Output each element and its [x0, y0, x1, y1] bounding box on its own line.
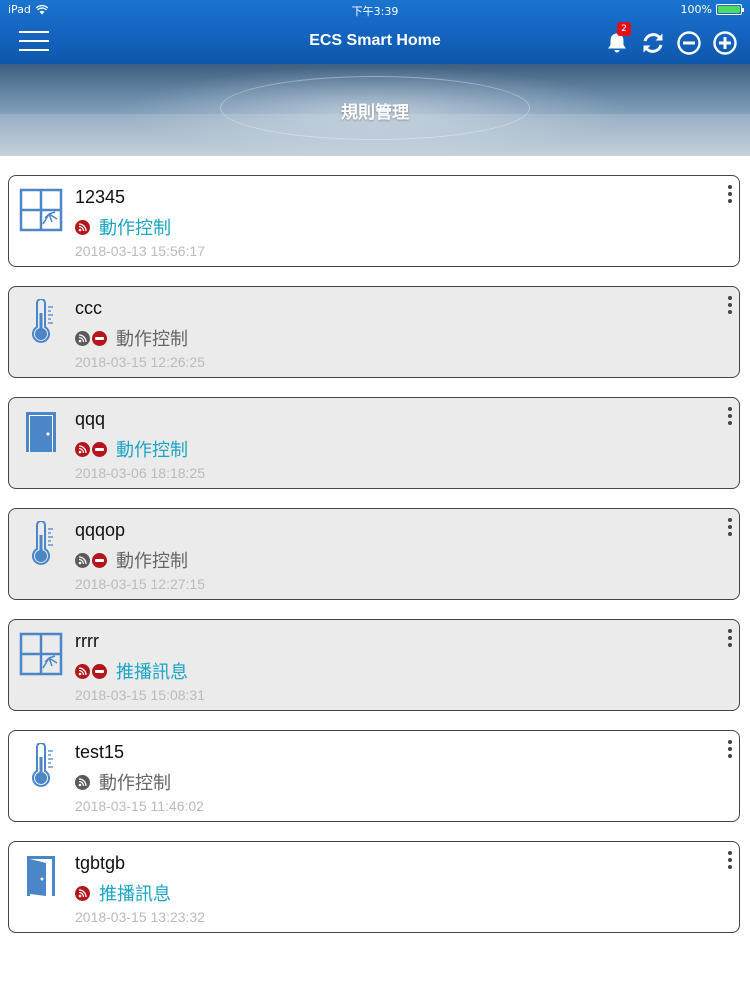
more-options-icon[interactable] — [725, 518, 735, 542]
rss-icon — [75, 886, 90, 901]
rss-icon — [75, 220, 90, 235]
rule-name: tgbtgb — [75, 853, 126, 873]
rule-timestamp: 2018-03-06 18:18:25 — [75, 465, 205, 481]
rule-name: ccc — [75, 298, 102, 318]
rule-timestamp: 2018-03-13 15:56:17 — [75, 243, 205, 259]
rule-timestamp: 2018-03-15 13:23:32 — [75, 909, 205, 925]
window-icon — [19, 188, 63, 232]
rule-name: test15 — [75, 742, 125, 762]
stop-icon — [92, 331, 107, 346]
more-options-icon[interactable] — [725, 740, 735, 764]
rule-status-icons — [75, 553, 107, 568]
refresh-button[interactable] — [638, 28, 668, 58]
rule-timestamp: 2018-03-15 12:26:25 — [75, 354, 205, 370]
more-options-icon[interactable] — [725, 629, 735, 653]
rule-name: qqq — [75, 409, 106, 429]
rule-card[interactable]: qqq 動作控制 2018-03-06 18:18:25 — [8, 397, 740, 489]
notifications-button[interactable]: 2 — [602, 22, 632, 58]
header-banner: 規則管理 — [0, 64, 750, 156]
status-time: 下午3:39 — [351, 5, 399, 18]
rule-timestamp: 2018-03-15 12:27:15 — [75, 576, 205, 592]
rule-action-type: 動作控制 — [116, 551, 188, 572]
rule-timestamp: 2018-03-15 15:08:31 — [75, 687, 205, 703]
rss-icon — [75, 775, 90, 790]
plus-circle-icon — [713, 31, 737, 55]
rss-icon — [75, 553, 90, 568]
remove-button[interactable] — [674, 28, 704, 58]
rule-action-type: 動作控制 — [99, 218, 171, 239]
rss-icon — [75, 664, 90, 679]
rule-action-type: 動作控制 — [99, 773, 171, 794]
door-icon — [19, 410, 63, 454]
rule-action-type: 推播訊息 — [116, 662, 188, 683]
thermometer-icon — [19, 742, 63, 787]
battery-percent: 100% — [680, 3, 712, 16]
rule-card[interactable]: test15 動作控制 2018-03-15 11:46:02 — [8, 730, 740, 822]
navigation-bar: iPad 下午3:39 100% ECS Smart Home 2 — [0, 0, 750, 64]
more-options-icon[interactable] — [725, 296, 735, 320]
rule-status-icons — [75, 886, 90, 901]
rule-timestamp: 2018-03-15 11:46:02 — [75, 798, 204, 814]
rule-card[interactable]: rrrr 推播訊息 2018-03-15 15:08:31 — [8, 619, 740, 711]
rule-name: 12345 — [75, 187, 126, 207]
battery-icon — [716, 4, 744, 15]
rss-icon — [75, 442, 90, 457]
rule-action-type: 推播訊息 — [99, 884, 171, 905]
door-open-icon — [19, 854, 63, 898]
battery-level — [718, 6, 740, 13]
stop-icon — [92, 442, 107, 457]
rule-status-icons — [75, 220, 90, 235]
rule-list: 12345 動作控制 2018-03-13 15:56:17 ccc 動作控制 … — [8, 175, 740, 952]
rule-status-icons — [75, 331, 107, 346]
page-title: 規則管理 — [341, 103, 409, 123]
rule-status-icons — [75, 775, 90, 790]
rule-card[interactable]: ccc 動作控制 2018-03-15 12:26:25 — [8, 286, 740, 378]
thermometer-icon — [19, 520, 63, 565]
rule-card[interactable]: tgbtgb 推播訊息 2018-03-15 13:23:32 — [8, 841, 740, 933]
add-button[interactable] — [710, 28, 740, 58]
stop-icon — [92, 664, 107, 679]
rule-card[interactable]: qqqop 動作控制 2018-03-15 12:27:15 — [8, 508, 740, 600]
rule-action-type: 動作控制 — [116, 329, 188, 350]
more-options-icon[interactable] — [725, 407, 735, 431]
rss-icon — [75, 331, 90, 346]
minus-circle-icon — [677, 31, 701, 55]
rule-action-type: 動作控制 — [116, 440, 188, 461]
stop-icon — [92, 553, 107, 568]
notification-badge: 2 — [617, 22, 631, 36]
rule-card[interactable]: 12345 動作控制 2018-03-13 15:56:17 — [8, 175, 740, 267]
rule-status-icons — [75, 442, 107, 457]
status-bar: iPad 下午3:39 100% — [0, 0, 750, 20]
refresh-icon — [643, 33, 663, 53]
rule-name: rrrr — [75, 631, 99, 651]
rule-name: qqqop — [75, 520, 126, 540]
window-icon — [19, 632, 63, 676]
more-options-icon[interactable] — [725, 851, 735, 875]
more-options-icon[interactable] — [725, 185, 735, 209]
rule-status-icons — [75, 664, 107, 679]
thermometer-icon — [19, 298, 63, 343]
